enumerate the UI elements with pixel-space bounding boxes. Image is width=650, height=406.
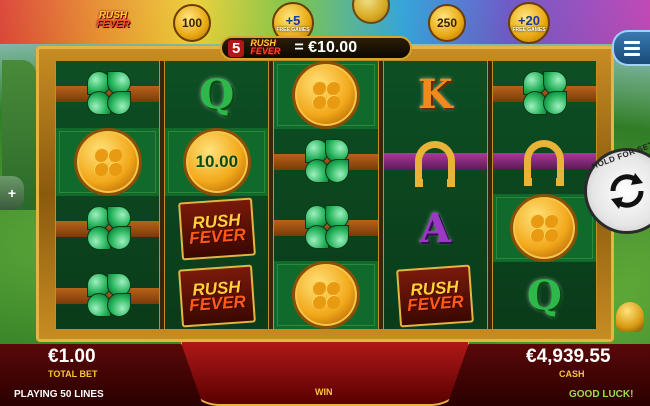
horseshoe-icon — [524, 139, 565, 186]
reel-5: Q — [491, 61, 597, 329]
symbol-horseshoe — [383, 128, 487, 195]
symbol-a: A — [419, 205, 451, 252]
clover-icon — [297, 137, 355, 187]
symbol-q: Q — [526, 272, 562, 320]
reel-2: Q 10.00 RUSH FEVER RUSH FEVER — [164, 61, 270, 329]
rush-fever-mini-logo: RUSH FEVER — [96, 10, 130, 30]
clover-icon — [515, 69, 573, 119]
banner-lines-count: 5 — [228, 39, 245, 57]
menu-icon-line — [624, 52, 640, 56]
menu-icon-line — [624, 46, 640, 50]
good-luck-message: GOOD LUCK! — [569, 389, 634, 400]
clover-icon — [297, 203, 355, 253]
coin-clover-icon — [93, 147, 123, 177]
symbol-q: Q — [199, 70, 235, 118]
total-bet-value[interactable]: €1.00 — [48, 346, 96, 368]
reel-4: K A RUSH FEVER — [382, 61, 488, 329]
refresh-icon — [610, 173, 644, 209]
coin-clover-icon — [311, 80, 341, 110]
symbol-coin-value: 10.00 — [165, 127, 269, 196]
prize-coin-100: 100 — [173, 4, 211, 42]
horseshoe-icon — [415, 140, 456, 187]
clover-icon — [79, 69, 137, 119]
symbol-coin — [274, 261, 378, 329]
prize-coin-250: 250 — [428, 4, 466, 42]
symbol-clover — [274, 129, 378, 195]
symbol-horseshoe — [492, 128, 596, 195]
lines-status: PLAYING 50 LINES — [14, 389, 104, 400]
symbol-clover — [274, 195, 378, 261]
total-bet-label: TOTAL BET — [48, 369, 98, 379]
symbol-rush-fever: RUSH FEVER — [165, 196, 268, 263]
banner-value: = €10.00 — [294, 39, 358, 56]
reels-frame: Q 10.00 RUSH FEVER RUSH FEVER K A RUSH F… — [36, 46, 614, 342]
symbol-clover — [492, 61, 596, 128]
symbol-clover — [56, 262, 160, 329]
menu-button[interactable] — [612, 30, 650, 66]
bet-multiplier-banner: 5 RUSH FEVER = €10.00 — [220, 36, 412, 60]
side-plus-button[interactable]: + — [0, 176, 24, 210]
symbol-rush-fever: RUSH FEVER — [165, 262, 268, 329]
symbol-coin — [492, 194, 596, 263]
gold-pot-icon — [616, 302, 644, 332]
symbol-rush-fever: RUSH FEVER — [384, 262, 487, 329]
prize-free-games-20: +20 FREE GAMES — [508, 2, 550, 44]
coin-clover-icon — [311, 280, 341, 310]
cash-value: €4,939.55 — [526, 346, 611, 367]
symbol-k: K — [417, 71, 453, 118]
coin-clover-icon — [529, 213, 559, 243]
symbol-clover — [56, 196, 160, 263]
reel-1 — [55, 61, 161, 329]
coin-value-label: 10.00 — [195, 151, 239, 171]
clover-icon — [79, 271, 137, 321]
cash-label: CASH — [559, 369, 585, 379]
symbol-clover — [56, 61, 160, 128]
menu-icon-line — [624, 40, 640, 44]
banner-logo: RUSH FEVER — [250, 38, 281, 56]
symbol-coin — [56, 127, 160, 196]
symbol-coin — [274, 61, 378, 129]
reel-3 — [273, 61, 379, 329]
clover-icon — [79, 204, 137, 254]
reel-grid: Q 10.00 RUSH FEVER RUSH FEVER K A RUSH F… — [55, 61, 597, 329]
win-label: WIN — [315, 387, 333, 397]
